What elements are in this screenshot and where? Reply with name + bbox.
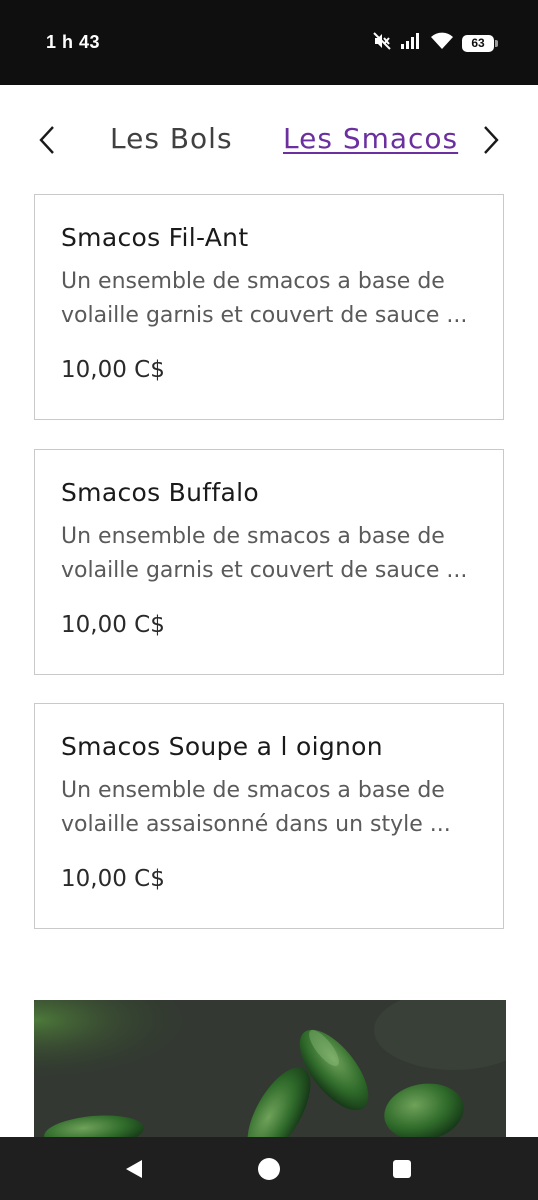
menu-item-title: Smacos Buffalo <box>61 478 259 507</box>
battery-icon: 63 <box>462 34 498 52</box>
menu-item-description-line: volaille garnis et couvert de sauce ... <box>61 558 468 583</box>
menu-item-description-line: volaille assaisonné dans un style ... <box>61 812 451 837</box>
status-icons: 63 <box>364 31 498 56</box>
menu-item-description-line: Un ensemble de smacos a base de <box>61 269 445 294</box>
menu-item-price: 10,00 C$ <box>61 357 165 383</box>
recents-button[interactable] <box>384 1151 420 1187</box>
menu-item-card[interactable]: Smacos Buffalo Un ensemble de smacos a b… <box>34 449 504 675</box>
chevron-left-icon <box>39 126 54 154</box>
cucumber-image <box>34 1000 506 1138</box>
mute-icon <box>372 31 392 56</box>
menu-item-title: Smacos Fil-Ant <box>61 223 249 252</box>
home-button[interactable] <box>251 1151 287 1187</box>
tab-les-smacos[interactable]: Les Smacos <box>283 122 458 155</box>
tab-les-bols[interactable]: Les Bols <box>110 122 233 155</box>
menu-item-description: Un ensemble de smacos a base de volaille… <box>61 265 481 333</box>
back-button[interactable] <box>116 1151 152 1187</box>
back-icon <box>126 1160 142 1178</box>
category-tabs: Les Bols Les Smacos <box>0 110 538 170</box>
food-photo <box>34 1000 506 1138</box>
menu-item-description: Un ensemble de smacos a base de volaille… <box>61 520 481 588</box>
menu-item-description: Un ensemble de smacos a base de volaille… <box>61 774 481 842</box>
wifi-icon <box>430 32 454 55</box>
system-nav-bar <box>0 1137 538 1200</box>
home-icon <box>258 1158 280 1180</box>
menu-item-price: 10,00 C$ <box>61 866 165 892</box>
menu-item-title: Smacos Soupe a l oignon <box>61 732 383 761</box>
menu-item-card[interactable]: Smacos Fil-Ant Un ensemble de smacos a b… <box>34 194 504 420</box>
status-time: 1 h 43 <box>46 32 101 52</box>
menu-item-description-line: Un ensemble de smacos a base de <box>61 524 445 549</box>
menu-item-description-line: volaille garnis et couvert de sauce ... <box>61 303 468 328</box>
signal-icon <box>400 32 422 55</box>
menu-item-card[interactable]: Smacos Soupe a l oignon Un ensemble de s… <box>34 703 504 929</box>
menu-item-price: 10,00 C$ <box>61 612 165 638</box>
tabs-next-button[interactable] <box>476 122 506 158</box>
menu-item-description-line: Un ensemble de smacos a base de <box>61 778 445 803</box>
tabs-prev-button[interactable] <box>32 122 62 158</box>
status-bar: 1 h 43 63 <box>0 0 538 85</box>
chevron-right-icon <box>484 126 499 154</box>
battery-level: 63 <box>471 36 485 50</box>
recents-icon <box>393 1160 411 1178</box>
